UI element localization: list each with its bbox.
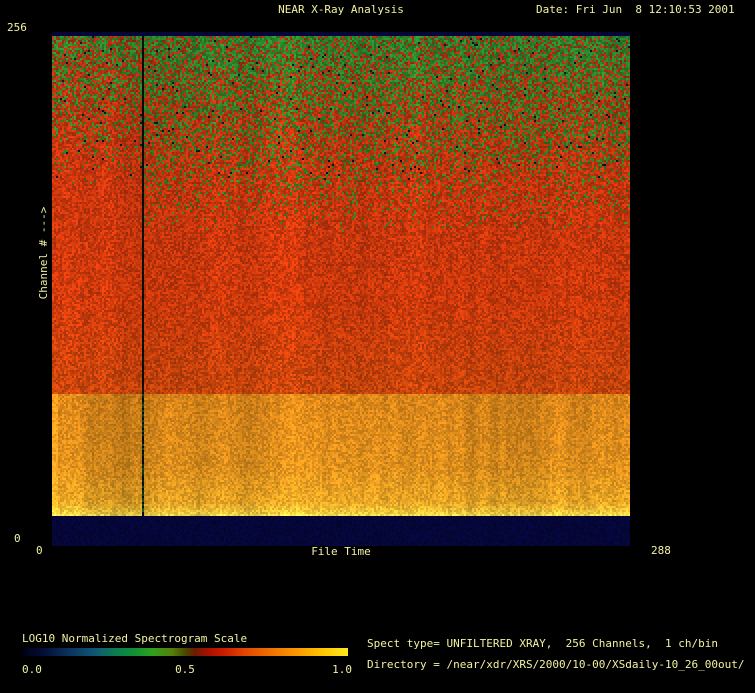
y-axis-max-label: 256 bbox=[7, 21, 27, 34]
y-axis-min-label: 0 bbox=[14, 532, 21, 545]
colorbar-tick-mid: 0.5 bbox=[175, 663, 195, 676]
date-label: Date: Fri Jun 8 12:10:53 2001 bbox=[536, 3, 735, 16]
spect-type-label: Spect type= UNFILTERED XRAY, 256 Channel… bbox=[367, 637, 718, 650]
app-window: NEAR X-Ray Analysis Date: Fri Jun 8 12:1… bbox=[0, 0, 755, 693]
colorbar-gradient bbox=[22, 648, 348, 656]
colorbar-tick-max: 1.0 bbox=[332, 663, 352, 676]
x-axis-max-label: 288 bbox=[651, 544, 671, 557]
colorbar-title: LOG10 Normalized Spectrogram Scale bbox=[22, 632, 248, 645]
x-axis-title: File Time bbox=[311, 545, 371, 558]
spectrogram-image bbox=[52, 32, 630, 546]
x-axis-min-label: 0 bbox=[36, 544, 43, 557]
directory-label: Directory = /near/xdr/XRS/2000/10-00/XSd… bbox=[367, 658, 745, 671]
y-axis-title: Channel # ---> bbox=[36, 206, 50, 300]
colorbar-tick-min: 0.0 bbox=[22, 663, 42, 676]
